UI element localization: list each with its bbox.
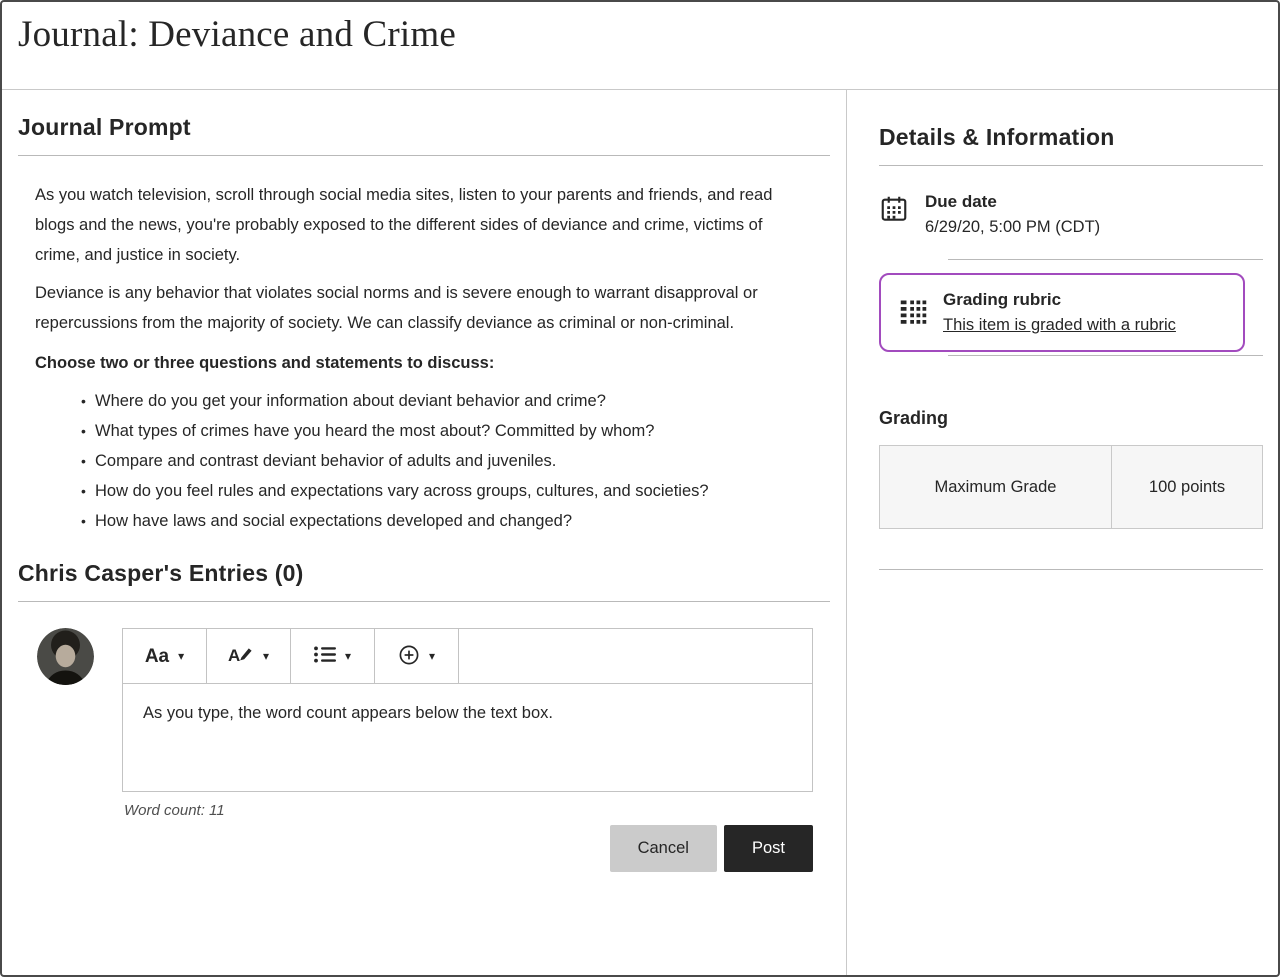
grading-table-label-cell: Maximum Grade bbox=[879, 445, 1112, 529]
text-editor: Aa ▾ A bbox=[122, 628, 813, 792]
svg-text:A: A bbox=[228, 646, 240, 665]
prompt-body: As you watch television, scroll through … bbox=[18, 180, 797, 536]
grading-table: Maximum Grade 100 points bbox=[879, 445, 1263, 529]
due-date-label: Due date bbox=[925, 192, 1100, 212]
editor-column: Aa ▾ A bbox=[122, 628, 813, 872]
list-item: Where do you get your information about … bbox=[81, 386, 797, 416]
details-divider bbox=[879, 165, 1263, 166]
rubric-text: Grading rubric This item is graded with … bbox=[943, 290, 1176, 335]
rubric-underline bbox=[948, 355, 1263, 356]
grading-rubric-highlight: Grading rubric This item is graded with … bbox=[879, 273, 1245, 352]
text-color-button[interactable]: A ▾ bbox=[207, 629, 291, 683]
rubric-link[interactable]: This item is graded with a rubric bbox=[943, 316, 1176, 334]
prompt-bullet-list: Where do you get your information about … bbox=[35, 386, 797, 536]
journal-page: Journal: Deviance and Crime Journal Prom… bbox=[0, 0, 1280, 977]
due-date-text: Due date 6/29/20, 5:00 PM (CDT) bbox=[925, 192, 1100, 237]
entries-heading: Chris Casper's Entries (0) bbox=[18, 560, 830, 587]
bulleted-list-button[interactable]: ▾ bbox=[291, 629, 375, 683]
prompt-divider bbox=[18, 155, 830, 156]
bulleted-list-icon bbox=[314, 646, 336, 666]
bullet-text: Compare and contrast deviant behavior of… bbox=[95, 446, 556, 476]
page-title: Journal: Deviance and Crime bbox=[18, 10, 1262, 60]
insert-content-button[interactable]: ▾ bbox=[375, 629, 459, 683]
grading-table-value-cell: 100 points bbox=[1111, 445, 1263, 529]
word-count-value: 11 bbox=[209, 802, 225, 819]
cancel-button[interactable]: Cancel bbox=[610, 825, 717, 872]
avatar bbox=[37, 628, 94, 685]
entries-divider bbox=[18, 601, 830, 602]
bullet-text: What types of crimes have you heard the … bbox=[95, 416, 654, 446]
details-heading: Details & Information bbox=[879, 124, 1263, 151]
journal-prompt-section: Journal Prompt As you watch television, … bbox=[18, 114, 830, 536]
bullet-text: How do you feel rules and expectations v… bbox=[95, 476, 709, 506]
bullet-text: Where do you get your information about … bbox=[95, 386, 606, 416]
page-content: Journal Prompt As you watch television, … bbox=[2, 90, 1278, 977]
due-date-row: Due date 6/29/20, 5:00 PM (CDT) bbox=[879, 192, 1263, 237]
entry-composer-row: Aa ▾ A bbox=[18, 628, 830, 872]
text-color-icon: A bbox=[228, 644, 254, 669]
calendar-icon bbox=[879, 194, 909, 229]
chevron-down-icon: ▾ bbox=[429, 649, 435, 663]
bullet-text: How have laws and social expectations de… bbox=[95, 506, 572, 536]
prompt-paragraph: As you watch television, scroll through … bbox=[35, 180, 797, 270]
due-date-value: 6/29/20, 5:00 PM (CDT) bbox=[925, 218, 1100, 237]
list-item: Compare and contrast deviant behavior of… bbox=[81, 446, 797, 476]
due-date-underline bbox=[948, 259, 1263, 260]
chevron-down-icon: ▾ bbox=[345, 649, 351, 663]
prompt-question-intro: Choose two or three questions and statem… bbox=[35, 348, 797, 378]
details-sidebar: Details & Information bbox=[847, 90, 1278, 977]
prompt-paragraph: Deviance is any behavior that violates s… bbox=[35, 278, 797, 338]
editor-toolbar: Aa ▾ A bbox=[123, 629, 812, 684]
editor-textarea[interactable]: As you type, the word count appears belo… bbox=[123, 684, 812, 791]
text-style-button[interactable]: Aa ▾ bbox=[123, 629, 207, 683]
text-style-icon: Aa bbox=[145, 647, 169, 666]
entries-section: Chris Casper's Entries (0) bbox=[18, 560, 830, 872]
post-button[interactable]: Post bbox=[724, 825, 813, 872]
composer-actions: Cancel Post bbox=[122, 825, 813, 872]
insert-content-icon bbox=[398, 644, 420, 669]
journal-prompt-heading: Journal Prompt bbox=[18, 114, 830, 141]
list-item: What types of crimes have you heard the … bbox=[81, 416, 797, 446]
chevron-down-icon: ▾ bbox=[178, 649, 184, 663]
chevron-down-icon: ▾ bbox=[263, 649, 269, 663]
rubric-icon bbox=[897, 296, 927, 331]
rubric-label: Grading rubric bbox=[943, 290, 1176, 310]
grading-underline bbox=[879, 569, 1263, 570]
main-content: Journal Prompt As you watch television, … bbox=[2, 90, 847, 977]
grading-heading: Grading bbox=[879, 408, 1263, 429]
list-item: How have laws and social expectations de… bbox=[81, 506, 797, 536]
page-header: Journal: Deviance and Crime bbox=[2, 2, 1278, 90]
list-item: How do you feel rules and expectations v… bbox=[81, 476, 797, 506]
word-count: Word count: 11 bbox=[124, 802, 813, 819]
word-count-label: Word count: bbox=[124, 802, 205, 819]
